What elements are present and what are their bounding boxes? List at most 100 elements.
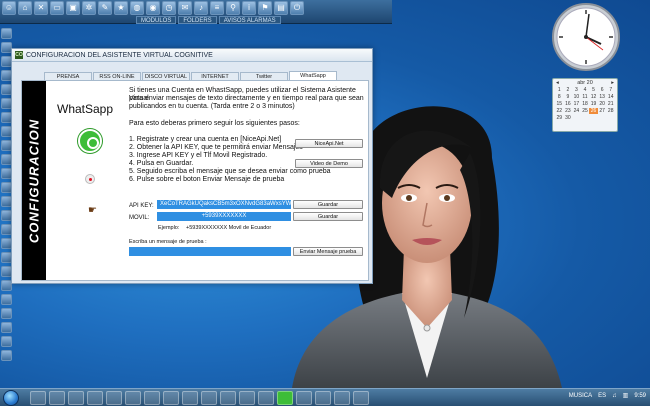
app-icon[interactable]	[220, 391, 236, 405]
next-month-icon[interactable]: ▸	[611, 80, 614, 86]
search-icon[interactable]: ⚲	[226, 1, 240, 15]
folder-icon[interactable]: ▭	[50, 1, 64, 15]
language-indicator[interactable]: ES	[598, 393, 606, 399]
tab-avisos-alarmas[interactable]: AVISOS ALARMAS	[218, 16, 281, 24]
calendar-day[interactable]: 12	[589, 94, 598, 100]
music-label[interactable]: MUSICA	[569, 393, 592, 399]
calendar-day[interactable]: 19	[589, 101, 598, 107]
save-movil-button[interactable]: Guardar	[293, 212, 363, 221]
api-key-input[interactable]: XeCoTRAGkUQaksCB5m3xOXNvdG83aWxsYW	[157, 200, 291, 209]
app-icon[interactable]	[296, 391, 312, 405]
tab-internet[interactable]: INTERNET	[191, 72, 239, 80]
left-tool-icon[interactable]	[1, 322, 12, 333]
list-icon[interactable]: ≡	[210, 1, 224, 15]
lock-icon[interactable]: ▤	[274, 1, 288, 15]
calendar-day[interactable]: 25	[581, 108, 590, 114]
calendar-day[interactable]: 14	[606, 94, 615, 100]
tab-rss-online[interactable]: RSS ON-LINE	[93, 72, 141, 80]
flag-icon[interactable]: ⚑	[258, 1, 272, 15]
start-button[interactable]	[3, 390, 19, 406]
calendar-day[interactable]: 26	[589, 108, 598, 114]
chat-icon[interactable]: ✉	[178, 1, 192, 15]
calendar-day[interactable]: 6	[598, 87, 607, 93]
calendar-day[interactable]: 17	[572, 101, 581, 107]
calendar-day[interactable]: 7	[606, 87, 615, 93]
app-icon[interactable]	[315, 391, 331, 405]
tab-disco-virtual[interactable]: DISCO VIRTUAL	[142, 72, 190, 80]
window-titlebar[interactable]: CO CONFIGURACION DEL ASISTENTE VIRTUAL C…	[12, 49, 372, 62]
calendar-day[interactable]: 18	[581, 101, 590, 107]
app-icon[interactable]	[87, 391, 103, 405]
calendar-day[interactable]: 5	[589, 87, 598, 93]
config-tabs: PRENSA RSS ON-LINE DISCO VIRTUAL INTERNE…	[44, 71, 338, 80]
globe-icon[interactable]: ◍	[130, 1, 144, 15]
app-icon[interactable]	[163, 391, 179, 405]
music-icon[interactable]: ♪	[194, 1, 208, 15]
power-icon[interactable]: ⏻	[290, 1, 304, 15]
gear-icon[interactable]: ✲	[82, 1, 96, 15]
example-value: +5939XXXXXXX Movil de Ecuador	[186, 225, 272, 231]
calendar-day[interactable]: 4	[581, 87, 590, 93]
calendar-day[interactable]: 10	[572, 94, 581, 100]
calendar-day[interactable]: 13	[598, 94, 607, 100]
app-icon[interactable]	[239, 391, 255, 405]
calendar-day[interactable]: 16	[564, 101, 573, 107]
tab-whatsapp[interactable]: WhatSapp	[289, 71, 337, 80]
clock-time[interactable]: 9:59	[634, 393, 646, 399]
taskbar: MUSICA ES ♫ ▥ 9:59	[0, 388, 650, 406]
network-icon[interactable]: ▥	[623, 392, 629, 399]
clock-icon[interactable]: ◷	[162, 1, 176, 15]
app-icon[interactable]	[334, 391, 350, 405]
app-icon[interactable]	[106, 391, 122, 405]
calendar-day[interactable]: 20	[598, 101, 607, 107]
app-icon[interactable]	[201, 391, 217, 405]
save-api-key-button[interactable]: Guardar	[293, 200, 363, 209]
calendar-day[interactable]: 3	[572, 87, 581, 93]
home-icon[interactable]: ⌂	[18, 1, 32, 15]
calendar-day[interactable]: 27	[598, 108, 607, 114]
left-tool-icon[interactable]	[1, 336, 12, 347]
tools-icon[interactable]: ✕	[34, 1, 48, 15]
left-tool-icon[interactable]	[1, 350, 12, 361]
calendar-day[interactable]: 21	[606, 101, 615, 107]
tab-prensa[interactable]: PRENSA	[44, 72, 92, 80]
message-input[interactable]	[129, 247, 291, 256]
record-icon[interactable]	[85, 174, 95, 184]
info-icon[interactable]: i	[242, 1, 256, 15]
app-icon[interactable]	[258, 391, 274, 405]
app-icon[interactable]	[49, 391, 65, 405]
intro-line-2: para enviar mensajes de texto directamen…	[129, 95, 364, 102]
volume-icon[interactable]: ♫	[612, 393, 617, 399]
left-tool-icon[interactable]	[1, 308, 12, 319]
camera-icon[interactable]: ◉	[146, 1, 160, 15]
step-1: 1. Registrate y crear una cuenta en [Nic…	[129, 136, 282, 143]
user-icon[interactable]: ☺	[2, 1, 16, 15]
video-demo-button[interactable]: Video de Demo	[295, 159, 363, 168]
tab-modulos[interactable]: MODULOS	[136, 16, 177, 24]
movil-input[interactable]: +5939XXXXXXX	[157, 212, 291, 221]
calendar-day[interactable]: 2	[564, 87, 573, 93]
settings-icon[interactable]: ✎	[98, 1, 112, 15]
calendar-day[interactable]: 11	[581, 94, 590, 100]
send-test-message-button[interactable]: Enviar Mensaje prueba	[293, 247, 363, 256]
app-icon[interactable]	[182, 391, 198, 405]
calendar-day[interactable]: 28	[606, 108, 615, 114]
whatsapp-logo-icon	[78, 129, 102, 153]
tab-folders[interactable]: FOLDERS	[178, 16, 217, 24]
whatsapp-task-icon[interactable]	[277, 391, 293, 405]
tab-twitter[interactable]: Twitter	[240, 72, 288, 80]
app-icon[interactable]	[125, 391, 141, 405]
calendar-day[interactable]: 24	[572, 108, 581, 114]
left-tool-icon[interactable]	[1, 28, 12, 39]
niceapi-button[interactable]: NiceApi.Net	[295, 139, 363, 148]
app-icon[interactable]	[144, 391, 160, 405]
left-tool-icon[interactable]	[1, 294, 12, 305]
app-icon[interactable]	[68, 391, 84, 405]
monitor-icon[interactable]: ▣	[66, 1, 80, 15]
calendar-day[interactable]: 9	[564, 94, 573, 100]
calendar-day[interactable]: 23	[564, 108, 573, 114]
app-icon[interactable]	[30, 391, 46, 405]
star-icon[interactable]: ★	[114, 1, 128, 15]
app-icon[interactable]	[353, 391, 369, 405]
calendar-day[interactable]: 30	[564, 115, 573, 121]
